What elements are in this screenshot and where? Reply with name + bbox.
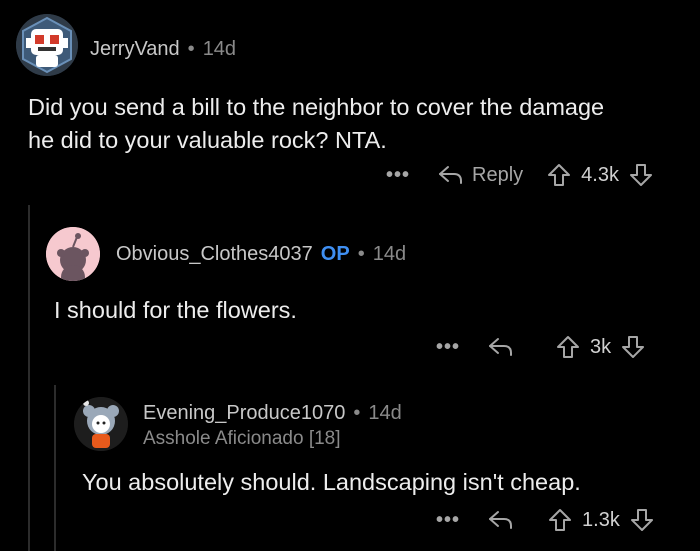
comment-2-meta: Obvious_Clothes4037 OP • 14d [116, 243, 406, 266]
timestamp: 14d [372, 243, 407, 265]
snoo-avatar-icon [46, 227, 100, 281]
reply-button[interactable]: Reply [438, 164, 523, 187]
more-options-button[interactable]: ••• [436, 509, 460, 532]
reply-button[interactable] [488, 336, 522, 358]
separator-dot: • [187, 38, 195, 60]
vote-controls: 4.3k [547, 163, 653, 187]
avatar-evening-produce[interactable] [74, 397, 128, 451]
vote-score: 1.3k [582, 508, 620, 531]
timestamp: 14d [202, 38, 237, 60]
comment-3-actions: ••• 1.3k [436, 508, 654, 532]
user-flair: Asshole Aficionado [18] [143, 428, 341, 449]
username[interactable]: Obvious_Clothes4037 [116, 243, 313, 266]
comment-2-body: I should for the flowers. [54, 297, 297, 323]
snoo-avatar-icon [74, 397, 128, 451]
comment-3-body: You absolutely should. Landscaping isn't… [82, 469, 581, 495]
vote-controls: 3k [556, 335, 645, 359]
comment-1-body-line-2: he did to your valuable rock? NTA. [28, 127, 387, 153]
downvote-arrow-icon[interactable] [629, 163, 653, 187]
username[interactable]: JerryVand [90, 38, 180, 61]
reply-arrow-icon [489, 511, 513, 529]
vote-score: 4.3k [581, 163, 619, 186]
thread-line-level-2[interactable] [54, 385, 56, 551]
upvote-arrow-icon[interactable] [547, 163, 571, 187]
separator-dot: • [357, 243, 365, 265]
comment-1-actions: ••• Reply 4.3k [386, 163, 653, 187]
vote-controls: 1.3k [548, 508, 654, 532]
comment-1-body-line-1: Did you send a bill to the neighbor to c… [28, 94, 605, 120]
upvote-arrow-icon[interactable] [548, 508, 572, 532]
avatar-obvious-clothes[interactable] [46, 227, 100, 281]
comment-2-actions: ••• 3k [436, 335, 645, 359]
reply-label: Reply [472, 163, 524, 186]
comment-1-body: Did you send a bill to the neighbor to c… [28, 91, 604, 157]
reply-button[interactable] [488, 509, 522, 531]
comment-3-meta: Evening_Produce1070 • 14d [143, 402, 402, 425]
reply-arrow-icon [439, 166, 463, 184]
more-options-button[interactable]: ••• [436, 336, 460, 359]
downvote-arrow-icon[interactable] [630, 508, 654, 532]
upvote-arrow-icon[interactable] [556, 335, 580, 359]
username[interactable]: Evening_Produce1070 [143, 402, 345, 425]
avatar-jerryvand[interactable] [16, 14, 78, 76]
op-badge: OP [320, 243, 350, 265]
separator-dot: • [353, 402, 361, 424]
vote-score: 3k [590, 335, 612, 358]
robot-avatar-icon [16, 14, 78, 76]
comment-1-meta: JerryVand • 14d [90, 38, 236, 61]
downvote-arrow-icon[interactable] [621, 335, 645, 359]
reply-arrow-icon [489, 338, 513, 356]
timestamp: 14d [368, 402, 402, 424]
more-options-button[interactable]: ••• [386, 164, 410, 187]
thread-line-level-1[interactable] [28, 205, 30, 551]
